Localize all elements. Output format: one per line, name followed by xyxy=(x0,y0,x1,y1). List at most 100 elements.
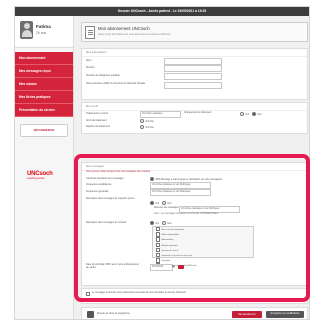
profile-section: Mon profil Traitement en cours Vos fiche… xyxy=(81,102,308,134)
messages-intro: Vous pouvez choisir la façon dont vous s… xyxy=(86,171,151,173)
checkbox-icon xyxy=(156,258,161,263)
channel-label: Canal de réception des messages xyxy=(86,177,124,180)
last-name-label: Nom xyxy=(86,59,92,62)
treatment-label: Traitement en cours xyxy=(86,112,109,115)
sidebar-item-rubans[interactable]: Mes rubans xyxy=(15,78,73,91)
sidebar-item-messages[interactable]: Mes messages reçus xyxy=(15,65,73,78)
interest-label: Alimentation xyxy=(161,239,174,242)
interest-label: Sommeil et vie de tous les jours xyxy=(161,254,193,257)
radio-icon xyxy=(150,201,155,206)
first-name-input[interactable] xyxy=(164,65,222,72)
page-title: Mon abonnement UNCsoch xyxy=(98,26,150,31)
daily-frequency-select[interactable]: Vos fiches pratiques et vos Rubriques xyxy=(150,182,211,189)
report-label: Réception des messages de rapports prévu xyxy=(86,197,135,200)
interest-label: Gestion du stress xyxy=(161,249,179,252)
main-content: Mon abonnement UNCsoch Gérez ici les inf… xyxy=(75,16,309,319)
document-icon xyxy=(85,26,95,39)
interest-label: Sexualité xyxy=(161,259,171,262)
sidebar-item-subscription[interactable]: Mon abonnement xyxy=(15,52,73,65)
sidebar-item-presentation[interactable]: Présentation du service xyxy=(15,104,73,117)
back-button-label[interactable]: Revenir au choix du programme xyxy=(97,313,130,315)
user-avatar-icon xyxy=(20,21,33,39)
interest-label: Effets indésirables xyxy=(161,233,180,236)
stop-treatment-options[interactable]: Oui Non xyxy=(140,119,154,124)
stop-treatment-label: Arrêt de traitement xyxy=(86,119,107,122)
page-subtitle: Gérez ici les informations de votre abon… xyxy=(98,33,171,36)
messages-section: Mes messages Vous pouvez choisir la faço… xyxy=(81,162,308,286)
radio-icon xyxy=(150,221,155,226)
checkbox-icon xyxy=(156,247,161,253)
first-name-label: Prénom xyxy=(86,66,95,69)
profile-section-title: Mon profil xyxy=(82,103,307,111)
app-window: Dossier UNCsoch - Accès patient - Le 19/… xyxy=(14,6,310,320)
channel-options[interactable]: SMS Message e-mail envoyé en notificatio… xyxy=(150,177,223,182)
report-yes[interactable]: Oui xyxy=(150,201,159,206)
treatment-change-label: Changement de traitement xyxy=(184,112,212,114)
advice-label: Réception des messages du conseil xyxy=(86,221,127,224)
identity-section-title: Mes informations xyxy=(82,49,307,57)
checkbox-icon xyxy=(156,227,161,232)
advice-yes[interactable]: Oui xyxy=(150,221,159,226)
general-frequency-select[interactable]: Vos fiches pratiques et vos Rubriques xyxy=(150,189,211,196)
save-button[interactable]: Enregistrer les modifications xyxy=(266,311,304,318)
checkbox-icon xyxy=(156,232,161,237)
rdv-date-input[interactable]: 01/06/2021 xyxy=(150,264,173,271)
back-button[interactable] xyxy=(87,311,94,318)
checkbox-icon xyxy=(86,292,91,297)
checkbox-icon xyxy=(156,252,161,258)
resume-treatment-value: Oui Non xyxy=(145,126,154,129)
report-yes-label: Oui xyxy=(155,202,159,205)
treatment-change-yes[interactable]: Oui xyxy=(240,112,249,117)
user-card: Fatima 26 ans xyxy=(15,16,73,48)
report-no[interactable]: Non xyxy=(162,201,172,206)
sidebar-item-fiches[interactable]: Mes fiches pratiques xyxy=(15,91,73,104)
general-frequency-label: Fréquence générale xyxy=(86,190,109,193)
report-field-select[interactable]: Vos fiches pratiques et vos Rubriques xyxy=(179,206,240,213)
consent-text: Je m'engage à informer mon professionnel… xyxy=(92,292,186,294)
consent-section: Je m'engage à informer mon professionnel… xyxy=(81,288,308,304)
advice-yes-label: Oui xyxy=(155,222,159,225)
channel-value: SMS Message e-mail envoyé en notificatio… xyxy=(155,178,223,181)
ssn-label: Votre première chiffre du Numéro de Sécu… xyxy=(86,82,146,85)
phone-input[interactable] xyxy=(164,73,222,80)
ssn-input[interactable] xyxy=(164,82,222,89)
interest-label: Mon suivi de traitement xyxy=(161,228,185,231)
last-name-input[interactable] xyxy=(164,58,222,65)
resume-treatment-options[interactable]: Oui Non xyxy=(140,125,154,130)
calendar-icon[interactable]: ▦ xyxy=(172,264,175,268)
radio-icon xyxy=(240,112,245,117)
identity-section: Mes informations Nom Prénom Numéro de té… xyxy=(81,48,308,100)
radio-icon xyxy=(252,112,257,117)
user-age: 26 ans xyxy=(36,31,47,35)
checkbox-icon xyxy=(156,237,161,242)
user-name: Fatima xyxy=(36,24,51,29)
interest-label: Activité physique xyxy=(161,244,178,247)
brand-logo: UNCsoch coaching santé xyxy=(27,171,57,180)
sidebar: Fatima 26 ans Mon abonnement Mes message… xyxy=(15,16,74,319)
footer-bar: Revenir au choix du programme Me désabon… xyxy=(81,307,308,319)
logout-button[interactable]: DÉCONNEXION xyxy=(20,124,68,137)
radio-no-label: Non xyxy=(257,113,262,116)
report-field-label: Recevoir des messages xyxy=(154,207,179,209)
daily-frequency-label: Fréquence quotidienne xyxy=(86,183,112,186)
advice-no-label: Non xyxy=(167,222,172,225)
report-no-label: Non xyxy=(167,202,172,205)
radio-icon xyxy=(162,201,167,206)
advice-no[interactable]: Non xyxy=(162,221,172,226)
rdv-label: Date du prochain RDV avec votre professi… xyxy=(86,263,139,269)
resume-treatment-label: Reprise de traitement xyxy=(86,125,110,128)
unsubscribe-button[interactable]: Me désabonner xyxy=(232,311,262,318)
interest-list: Mon suivi de traitement Effets indésirab… xyxy=(152,226,254,268)
messages-section-title: Mes messages xyxy=(82,163,307,171)
delete-date-icon[interactable] xyxy=(178,265,184,269)
top-bar: Dossier UNCsoch - Accès patient - Le 19/… xyxy=(15,7,309,16)
phone-label: Numéro de téléphone portable xyxy=(86,74,120,77)
stop-treatment-value: Oui Non xyxy=(145,120,154,123)
consent-checkbox[interactable] xyxy=(86,292,91,297)
report-note: Note : Les messages de rapport ne sont p… xyxy=(154,213,219,215)
checkbox-icon xyxy=(156,242,161,247)
radio-yes-label: Oui xyxy=(245,113,249,116)
treatment-change-no[interactable]: Non xyxy=(252,112,262,117)
treatment-select[interactable]: Vos fiches pratiques xyxy=(140,111,181,118)
radio-icon xyxy=(162,221,167,226)
